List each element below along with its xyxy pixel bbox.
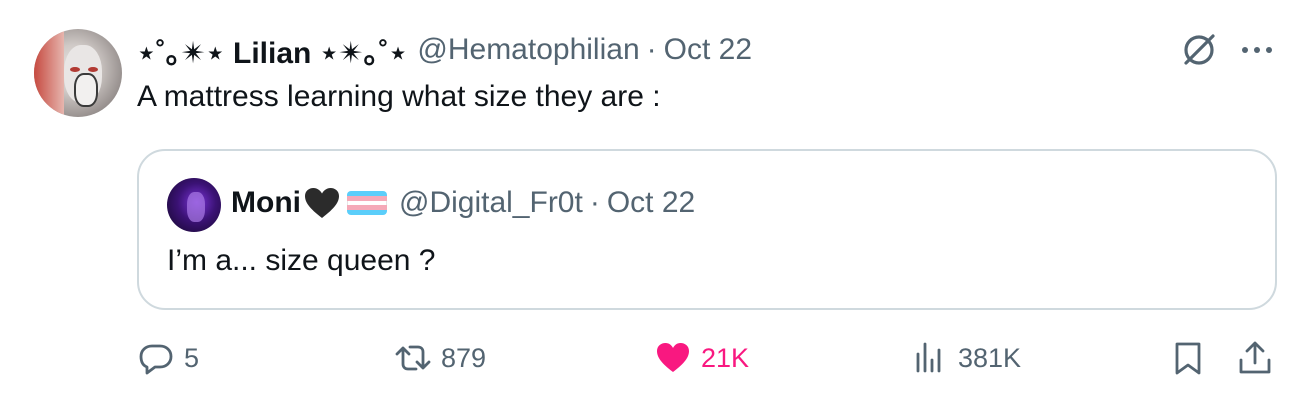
grok-icon[interactable] bbox=[1179, 30, 1219, 70]
heart-icon bbox=[657, 343, 689, 372]
transgender-flag-icon bbox=[346, 191, 387, 215]
reply-icon bbox=[139, 344, 173, 375]
author-handle[interactable]: @Hematophilian bbox=[417, 33, 639, 67]
like-count: 21K bbox=[701, 342, 750, 373]
more-icon[interactable] bbox=[1237, 38, 1277, 62]
quoted-tweet[interactable]: Moni @Digital_Fr0t · Oct 22 I’m a... siz… bbox=[137, 149, 1277, 310]
views-button[interactable]: 381K bbox=[912, 336, 1021, 380]
quoted-display-name: Moni bbox=[231, 186, 301, 219]
quoted-avatar[interactable] bbox=[167, 178, 221, 232]
author-display-name[interactable]: ⋆˚｡✴︎⋆ Lilian ⋆✴︎｡˚⋆ bbox=[137, 28, 407, 72]
quoted-header: Moni @Digital_Fr0t · Oct 22 bbox=[231, 181, 695, 225]
share-button[interactable] bbox=[1237, 336, 1273, 380]
tweet[interactable]: ⋆˚｡✴︎⋆ Lilian ⋆✴︎｡˚⋆ @Hematophilian · Oc… bbox=[0, 0, 1312, 406]
reply-button[interactable]: 5 bbox=[138, 336, 199, 380]
bookmark-icon bbox=[1175, 342, 1201, 375]
avatar-hair bbox=[34, 29, 64, 117]
reply-count: 5 bbox=[184, 342, 200, 373]
tweet-text: A mattress learning what size they are : bbox=[137, 80, 661, 113]
black-heart-icon bbox=[304, 188, 339, 218]
separator-dot: · bbox=[589, 186, 600, 219]
avatar[interactable] bbox=[34, 29, 122, 117]
quoted-handle: @Digital_Fr0t bbox=[398, 186, 583, 219]
quoted-text: I’m a... size queen ? bbox=[167, 244, 436, 277]
separator-dot: · bbox=[646, 33, 657, 66]
tweet-date[interactable]: Oct 22 bbox=[664, 33, 752, 67]
tweet-header: ⋆˚｡✴︎⋆ Lilian ⋆✴︎｡˚⋆ @Hematophilian · Oc… bbox=[137, 30, 752, 70]
avatar-hand bbox=[74, 73, 98, 107]
avatar-eye bbox=[70, 67, 80, 72]
quoted-avatar-figure bbox=[187, 192, 205, 222]
share-icon bbox=[1239, 341, 1271, 374]
views-icon bbox=[916, 342, 941, 373]
quoted-date: Oct 22 bbox=[606, 186, 696, 219]
repost-button[interactable]: 879 bbox=[395, 336, 486, 380]
repost-count: 879 bbox=[441, 342, 487, 373]
retweet-icon bbox=[395, 345, 431, 371]
action-bar: 5 879 21K 381K bbox=[0, 336, 1312, 380]
avatar-eye bbox=[88, 67, 98, 72]
like-button[interactable]: 21K bbox=[655, 336, 749, 380]
bookmark-button[interactable] bbox=[1170, 336, 1206, 380]
view-count: 381K bbox=[958, 342, 1022, 373]
